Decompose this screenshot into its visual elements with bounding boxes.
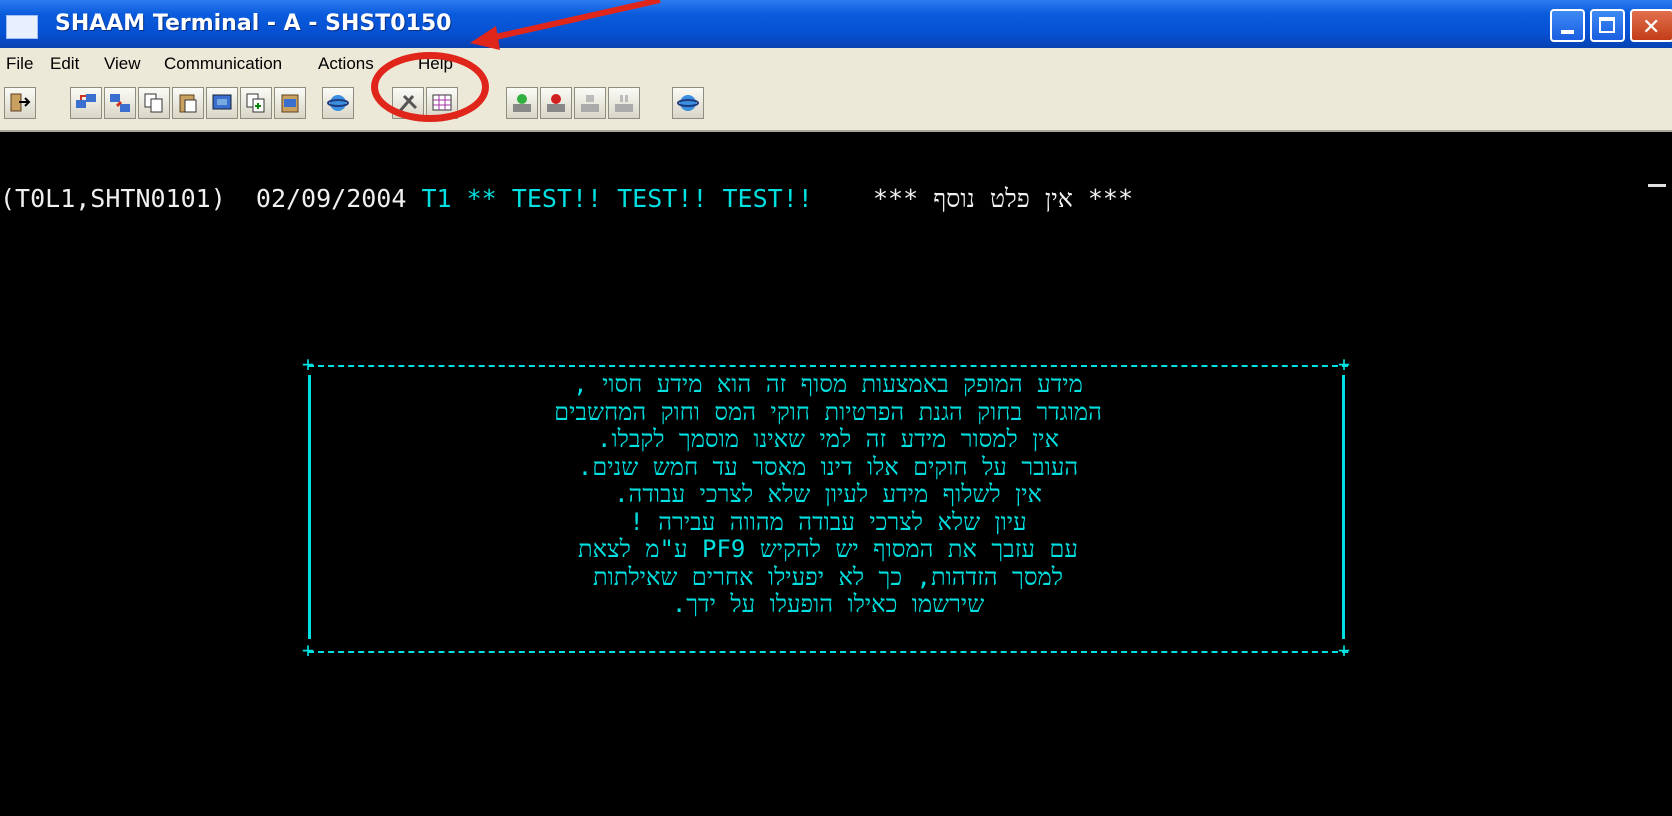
cursor: [1648, 184, 1666, 187]
connect-icon[interactable]: [70, 87, 102, 119]
notice-line: עיון שלא לצרכי עבודה מהווה עבירה !: [629, 507, 1027, 536]
macro-play-icon[interactable]: [540, 87, 572, 119]
menu-actions[interactable]: Actions: [318, 54, 374, 74]
no-more-output-warning: *** אין פלט נוסף ***: [873, 184, 1134, 213]
clipboard-screen-icon[interactable]: [274, 87, 306, 119]
paste-icon[interactable]: [172, 87, 204, 119]
box-border-right: [1342, 375, 1345, 639]
box-border-top: [308, 365, 1348, 367]
test-banner: T1 ** TEST!! TEST!! TEST!!: [406, 184, 873, 213]
screen-ids: (T0L1,SHTN0101): [0, 184, 226, 213]
notice-line: עם עזבך את המסוף יש להקיש PF9 ע"מ לצאת: [578, 535, 1078, 563]
copy-icon[interactable]: [138, 87, 170, 119]
maximize-button[interactable]: [1590, 9, 1625, 42]
status-date: 02/09/2004: [255, 184, 407, 213]
annotation-circle: [371, 52, 489, 122]
globe-icon-2[interactable]: [672, 87, 704, 119]
app-icon: [6, 15, 38, 39]
minimize-icon: [1561, 30, 1574, 34]
box-corner: +: [302, 352, 315, 376]
notice-line: המוגדר בחוק הגנת הפרטיות חוקי המס וחוק ה…: [554, 397, 1102, 426]
exit-icon[interactable]: [4, 87, 36, 119]
close-icon: ✕: [1642, 15, 1661, 40]
maximize-icon: [1599, 17, 1615, 33]
confidentiality-notice-box: + + + + מידע המופק באמצעות מסוף זה הוא מ…: [302, 352, 1350, 662]
menu-file[interactable]: File: [6, 54, 33, 74]
transfer-icon[interactable]: [104, 87, 136, 119]
menu-edit[interactable]: Edit: [50, 54, 79, 74]
title-bar[interactable]: SHAAM Terminal - A - SHST0150 ✕: [0, 0, 1672, 48]
menu-bar: File Edit View Communication Actions Hel…: [0, 48, 1672, 80]
globe-icon[interactable]: [322, 87, 354, 119]
notice-line: שירשמו כאילו הופעלו על ידך.: [671, 590, 985, 618]
box-corner: +: [1338, 352, 1351, 376]
macro-stop-icon[interactable]: [574, 87, 606, 119]
window-title: SHAAM Terminal - A - SHST0150: [55, 11, 452, 36]
box-corner: +: [1338, 638, 1351, 662]
notice-text: מידע המופק באמצעות מסוף זה הוא מידע חסוי…: [328, 370, 1328, 619]
notice-line: אין לשלוף מידע לעיון שלא לצרכי עבודה.: [614, 480, 1042, 508]
screen-icon[interactable]: [206, 87, 238, 119]
minimize-button[interactable]: [1550, 9, 1585, 42]
notice-line: מידע המופק באמצעות מסוף זה הוא מידע חסוי…: [573, 370, 1083, 398]
menu-view[interactable]: View: [104, 54, 141, 74]
menu-communication[interactable]: Communication: [164, 54, 282, 74]
notice-line: העובר על חוקים אלו דינו מאסר עד חמש שנים…: [577, 452, 1079, 481]
macro-record-icon[interactable]: [506, 87, 538, 119]
box-border-bottom: [308, 651, 1348, 653]
terminal-screen[interactable]: (T0L1,SHTN0101) 02/09/2004 T1 ** TEST!! …: [0, 132, 1672, 816]
terminal-window: SHAAM Terminal - A - SHST0150 ✕ File Edi…: [0, 0, 1672, 816]
copy-append-icon[interactable]: [240, 87, 272, 119]
notice-line: למסך הזדהות, כך לא יפעילו אחרים שאילתות: [593, 562, 1063, 591]
toolbar: [0, 80, 1672, 132]
notice-line: אין למסור מידע זה למי שאינו מוסמך לקבלו.: [597, 425, 1059, 453]
box-border-left: [308, 375, 311, 639]
macro-pause-icon[interactable]: [608, 87, 640, 119]
status-line: (T0L1,SHTN0101) 02/09/2004 T1 ** TEST!! …: [0, 184, 1133, 214]
box-corner: +: [302, 638, 315, 662]
close-button[interactable]: ✕: [1630, 9, 1672, 42]
